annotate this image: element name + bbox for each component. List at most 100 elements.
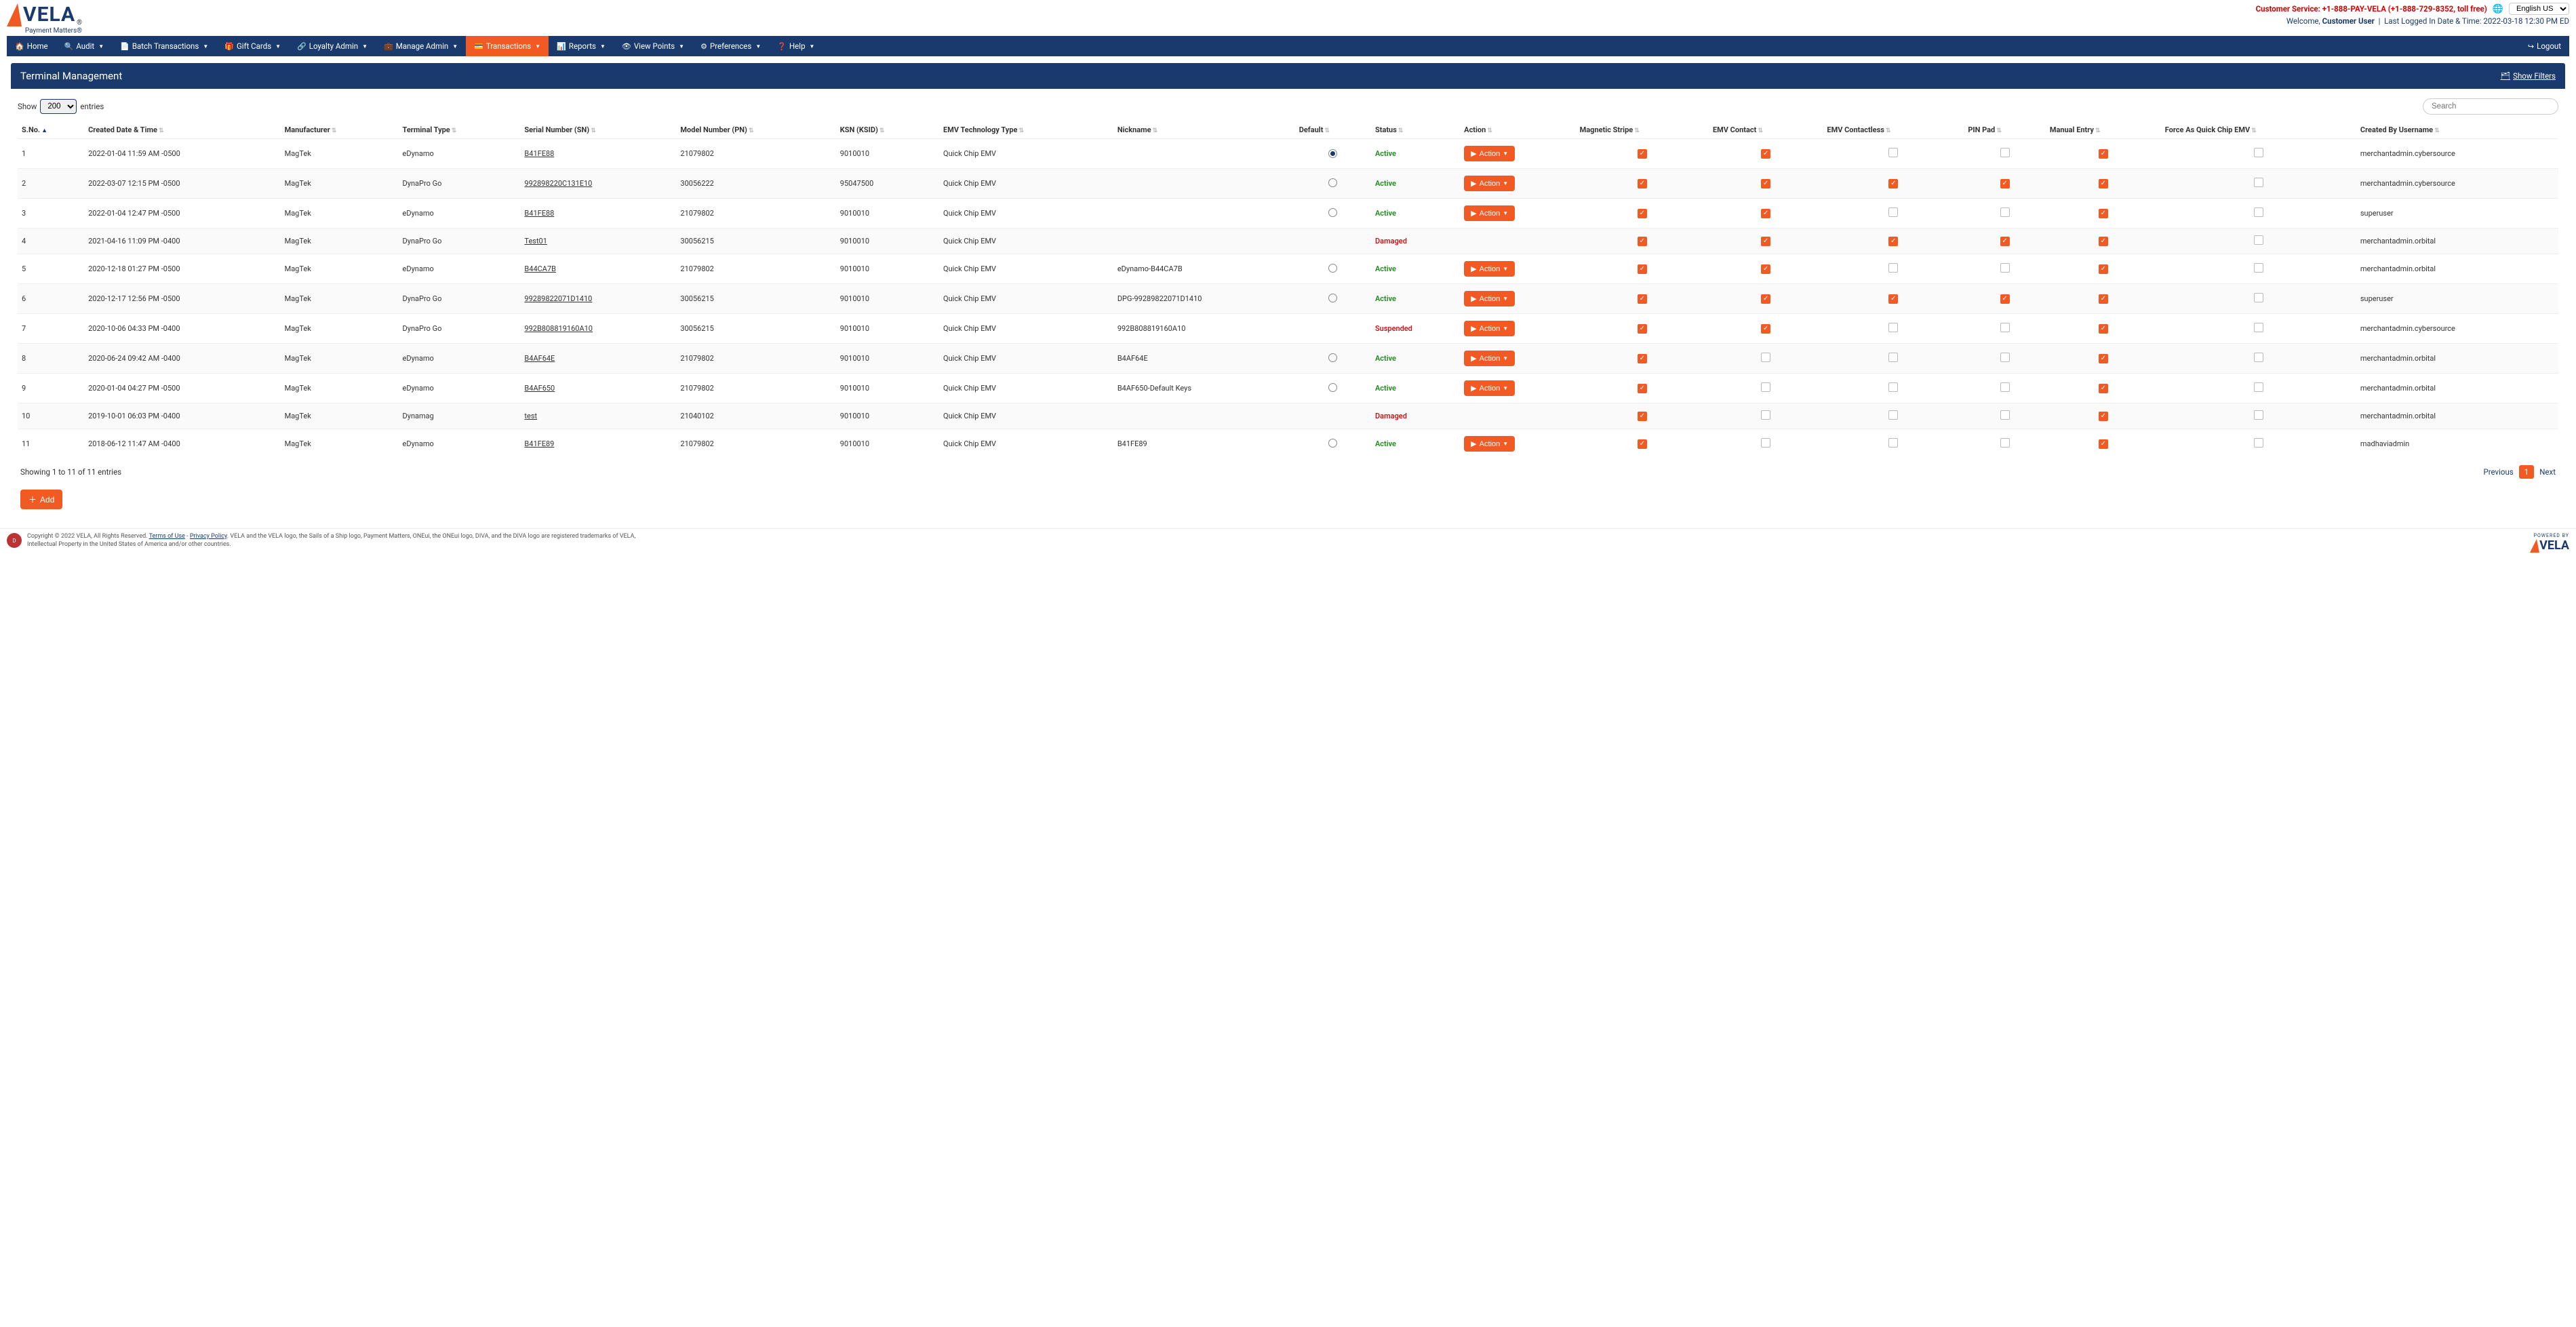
checkbox[interactable] (1761, 382, 1770, 392)
checkbox[interactable] (2254, 410, 2263, 420)
checkbox[interactable] (2000, 207, 2010, 217)
col-serial-number-sn-[interactable]: Serial Number (SN)⇅ (520, 121, 676, 139)
default-radio[interactable] (1328, 178, 1337, 187)
action-button[interactable]: ▶Action▼ (1464, 261, 1515, 277)
checkbox[interactable] (1888, 353, 1898, 362)
checkbox[interactable] (2000, 263, 2010, 273)
action-button[interactable]: ▶Action▼ (1464, 291, 1515, 306)
checkbox[interactable] (2099, 294, 2108, 304)
checkbox[interactable] (2099, 149, 2108, 159)
checkbox[interactable] (2000, 410, 2010, 420)
checkbox[interactable] (2000, 237, 2010, 246)
nav-item-transactions[interactable]: 💳Transactions▼ (466, 36, 549, 56)
nav-item-manage-admin[interactable]: 💼Manage Admin▼ (376, 36, 466, 56)
checkbox[interactable] (1761, 438, 1770, 448)
nav-item-loyalty-admin[interactable]: 🔗Loyalty Admin▼ (289, 36, 376, 56)
col-action[interactable]: Action⇅ (1460, 121, 1575, 139)
col-manual-entry[interactable]: Manual Entry⇅ (2046, 121, 2161, 139)
checkbox[interactable] (2099, 209, 2108, 218)
checkbox[interactable] (2099, 237, 2108, 246)
checkbox[interactable] (2000, 294, 2010, 304)
checkbox[interactable] (1638, 179, 1647, 189)
checkbox[interactable] (2000, 438, 2010, 448)
checkbox[interactable] (1888, 263, 1898, 273)
checkbox[interactable] (1761, 179, 1770, 189)
action-button[interactable]: ▶Action▼ (1464, 436, 1515, 452)
col-manufacturer[interactable]: Manufacturer⇅ (281, 121, 399, 139)
serial-link[interactable]: B4AF650 (524, 384, 555, 393)
serial-link[interactable]: B4AF64E (524, 354, 555, 363)
checkbox[interactable] (1761, 410, 1770, 420)
checkbox[interactable] (1761, 294, 1770, 304)
default-radio[interactable] (1328, 353, 1337, 362)
col-default[interactable]: Default⇅ (1295, 121, 1371, 139)
checkbox[interactable] (2000, 148, 2010, 157)
checkbox[interactable] (1761, 353, 1770, 362)
logo-block[interactable]: VELA ® Payment Matters® (7, 3, 82, 35)
checkbox[interactable] (1638, 439, 1647, 449)
col-s-no-[interactable]: S.No.▲ (18, 121, 84, 139)
checkbox[interactable] (2099, 439, 2108, 449)
checkbox[interactable] (2099, 412, 2108, 421)
add-button[interactable]: ＋ Add (20, 490, 62, 509)
checkbox[interactable] (2254, 207, 2263, 217)
action-button[interactable]: ▶Action▼ (1464, 205, 1515, 221)
nav-item-home[interactable]: 🏠Home (7, 36, 56, 56)
checkbox[interactable] (2254, 382, 2263, 392)
checkbox[interactable] (1888, 148, 1898, 157)
checkbox[interactable] (1638, 294, 1647, 304)
serial-link[interactable]: 99289822071D1410 (524, 294, 592, 303)
col-emv-contact[interactable]: EMV Contact⇅ (1709, 121, 1823, 139)
language-select[interactable]: English US (2509, 3, 2569, 15)
checkbox[interactable] (2254, 178, 2263, 187)
nav-item-gift-cards[interactable]: 🎁Gift Cards▼ (216, 36, 289, 56)
default-radio[interactable] (1328, 383, 1337, 392)
col-magnetic-stripe[interactable]: Magnetic Stripe⇅ (1576, 121, 1709, 139)
checkbox[interactable] (2000, 353, 2010, 362)
nav-item-preferences[interactable]: ⚙Preferences▼ (692, 36, 769, 56)
search-input[interactable] (2423, 98, 2558, 115)
default-radio[interactable] (1328, 439, 1337, 448)
checkbox[interactable] (1638, 149, 1647, 159)
checkbox[interactable] (1761, 237, 1770, 246)
col-pin-pad[interactable]: PIN Pad⇅ (1964, 121, 2046, 139)
nav-item-help[interactable]: ❓Help▼ (769, 36, 823, 56)
checkbox[interactable] (1638, 412, 1647, 421)
terms-link[interactable]: Terms of Use (149, 533, 185, 540)
checkbox[interactable] (1638, 209, 1647, 218)
action-button[interactable]: ▶Action▼ (1464, 176, 1515, 191)
next-button[interactable]: Next (2539, 467, 2556, 477)
checkbox[interactable] (2254, 353, 2263, 362)
checkbox[interactable] (1761, 324, 1770, 334)
col-ksn-ksid-[interactable]: KSN (KSID)⇅ (836, 121, 939, 139)
serial-link[interactable]: Test01 (524, 237, 547, 245)
checkbox[interactable] (2254, 235, 2263, 245)
checkbox[interactable] (2099, 324, 2108, 334)
serial-link[interactable]: B41FE88 (524, 209, 554, 218)
checkbox[interactable] (2099, 354, 2108, 363)
col-emv-technology-type[interactable]: EMV Technology Type⇅ (939, 121, 1113, 139)
action-button[interactable]: ▶Action▼ (1464, 351, 1515, 366)
serial-link[interactable]: B44CA7B (524, 264, 556, 273)
serial-link[interactable]: 992898220C131E10 (524, 179, 592, 188)
checkbox[interactable] (2254, 323, 2263, 332)
checkbox[interactable] (1761, 149, 1770, 159)
nav-item-reports[interactable]: 📊Reports▼ (549, 36, 614, 56)
serial-link[interactable]: B41FE88 (524, 149, 554, 158)
checkbox[interactable] (2099, 384, 2108, 393)
checkbox[interactable] (1638, 237, 1647, 246)
serial-link[interactable]: test (524, 412, 537, 420)
checkbox[interactable] (1888, 294, 1898, 304)
col-emv-contactless[interactable]: EMV Contactless⇅ (1823, 121, 1964, 139)
col-status[interactable]: Status⇅ (1371, 121, 1460, 139)
checkbox[interactable] (2099, 179, 2108, 189)
checkbox[interactable] (2099, 264, 2108, 274)
checkbox[interactable] (2000, 323, 2010, 332)
checkbox[interactable] (2254, 148, 2263, 157)
checkbox[interactable] (1638, 384, 1647, 393)
serial-link[interactable]: B41FE89 (524, 439, 554, 448)
default-radio[interactable] (1328, 149, 1337, 158)
nav-item-audit[interactable]: 🔍Audit▼ (56, 36, 112, 56)
checkbox[interactable] (1761, 209, 1770, 218)
checkbox[interactable] (2254, 263, 2263, 273)
